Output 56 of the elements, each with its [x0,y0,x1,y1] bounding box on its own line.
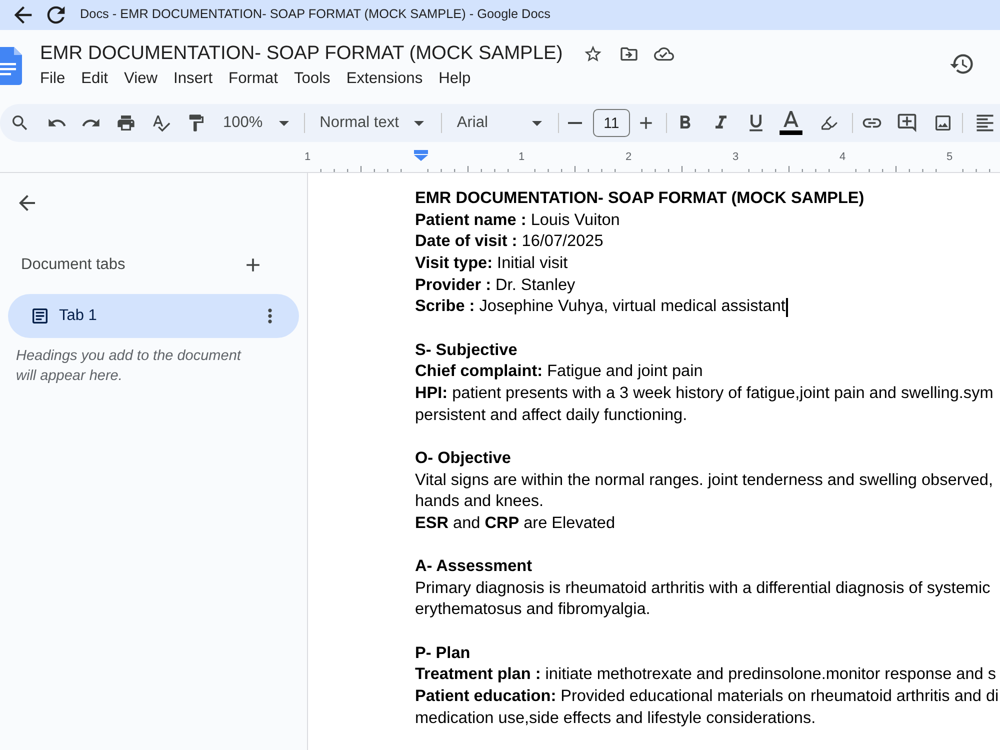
menu-item[interactable]: File [32,67,74,91]
caret-icon [414,120,424,126]
star-icon [582,44,603,64]
caret-icon [532,120,542,126]
print-icon [116,113,136,133]
paragraph-style-dropdown[interactable]: Normal text [316,109,430,137]
document-icon [30,306,50,326]
document-paragraph: Treatment plan : initiate methotrexate and predinsolone.monitor response and s [415,664,996,686]
menu-item[interactable]: Edit [73,67,116,91]
document-heading: EMR DOCUMENTATION- SOAP FORMAT (MOCK SAMPLE) [415,188,864,209]
document-heading: S- Subjective [415,340,518,361]
document-paragraph: Patient name : Louis Vuiton [415,210,620,231]
document-paragraph: HPI: patient presents with a 3 week history of fatigue,joint pain and swelling.sym persistent and affect daily functioning. [415,382,994,426]
document-paragraph: Provider : Dr. Stanley [415,274,576,296]
document-tab[interactable]: Tab 1 [8,294,299,338]
indent-marker[interactable] [414,150,428,161]
page-title: Docs - EMR DOCUMENTATION- SOAP FORMAT (MOCK SAMPLE) - Google Docs [80,6,550,24]
image-icon [932,113,953,133]
sidebar-title: Document tabs [21,255,126,276]
menu-item[interactable]: Tools [286,67,338,91]
text-color-button[interactable] [776,109,805,137]
spellcheck-icon [151,113,171,133]
highlighter-icon [820,114,838,132]
document-paragraph: Scribe : Josephine Vuhya, virtual medical assistant [415,296,786,318]
minus-icon [568,122,582,124]
document-paragraph: ESR and CRP are Elevated [415,512,616,534]
document-paragraph: Vital signs are within the normal ranges. joint tenderness and swelling observed, hands and knees. [415,470,994,512]
document-heading: P- Plan [415,642,470,664]
document-paragraph: Patient education: Provided educational materials on rheumatoid arthritis and di medication use,side effects and lifestyle considerations. [415,686,999,729]
font-size-field[interactable]: 11 [592,109,630,137]
font-dropdown[interactable]: Arial [452,109,548,137]
menu-item[interactable]: Help [430,67,479,91]
document-paragraph: Date of visit : 16/07/2025 [415,231,604,252]
zoom-dropdown[interactable]: 100% [217,109,295,137]
caret-icon [278,120,289,126]
ruler-number: 3 [732,150,739,164]
document-name[interactable]: EMR DOCUMENTATION- SOAP FORMAT (MOCK SAMPLE) [40,41,563,67]
ruler-number: 5 [946,150,953,164]
document-paragraph: Visit type: Initial visit [415,252,568,274]
ruler-number: 2 [625,150,632,164]
ruler-number: 1 [304,150,311,164]
tab-label: Tab 1 [59,306,98,326]
comment-plus-icon [896,112,918,134]
search-icon [10,113,30,133]
document-paragraph: Primary diagnosis is rheumatoid arthritis with a differential diagnosis of systemic erythematosus and fibromyalgia. [415,578,990,620]
document-paragraph: Chief complaint: Fatigue and joint pain [415,361,703,382]
document-heading: O- Objective [415,448,511,469]
text-color-icon [778,111,803,135]
menu-item[interactable]: Format [220,67,286,91]
document-heading: A- Assessment [415,556,532,578]
menu-item[interactable]: View [116,67,166,91]
menu-item[interactable]: Extensions [338,67,431,91]
sidebar-hint: Headings you add to the document will appear here. [16,347,242,386]
ruler-number: 4 [839,150,846,164]
menu-item[interactable]: Insert [166,67,221,91]
ruler-number: 1 [518,150,525,164]
